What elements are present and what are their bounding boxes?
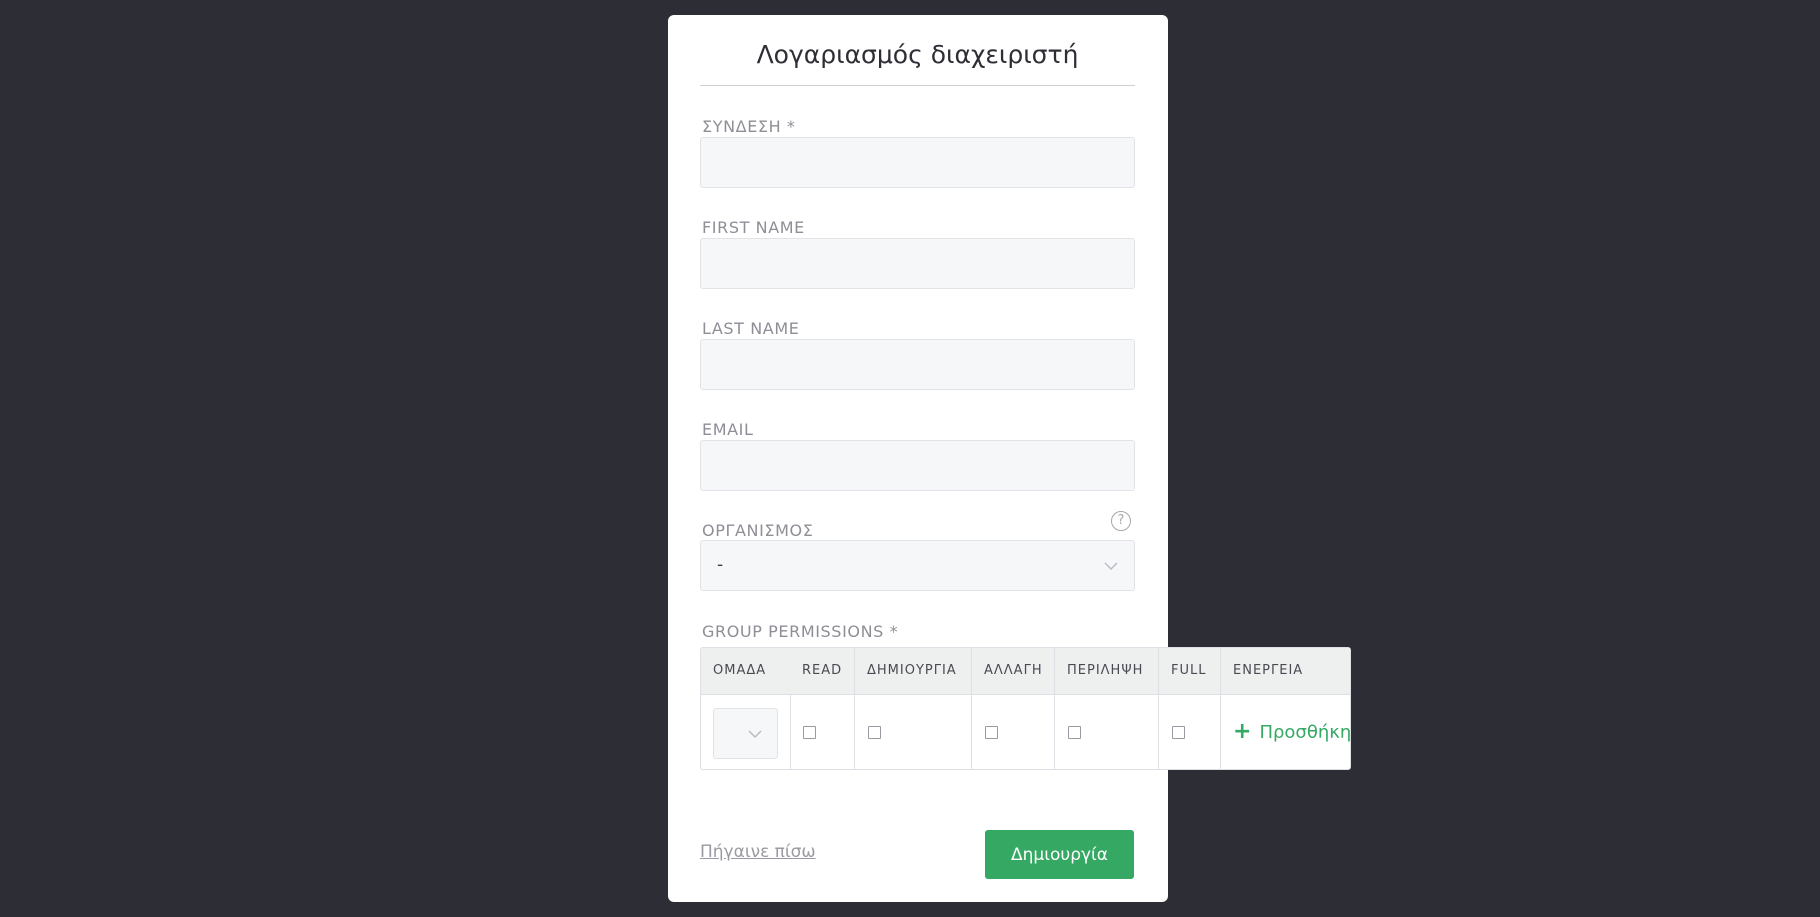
first-name-label: FIRST NAME	[702, 218, 805, 237]
read-column: READ	[790, 648, 855, 769]
column-header-create: ΔΗΜΙΟΥΡΓΙΑ	[867, 663, 957, 678]
summary-column: ΠΕΡΙΛΗΨΗ	[1055, 648, 1159, 769]
create-checkbox[interactable]	[868, 726, 881, 739]
create-button[interactable]: Δημιουργία	[985, 830, 1134, 879]
question-circle-icon[interactable]: ?	[1111, 511, 1131, 531]
full-column: FULL	[1159, 648, 1221, 769]
login-label: ΣΥΝΔΕΣΗ *	[702, 117, 796, 136]
add-permission-label: Προσθήκη	[1259, 722, 1352, 743]
read-checkbox[interactable]	[803, 726, 816, 739]
plus-icon: +	[1233, 719, 1252, 744]
create-column: ΔΗΜΙΟΥΡΓΙΑ	[855, 648, 972, 769]
add-permission-button[interactable]: + Προσθήκη	[1233, 720, 1351, 744]
organization-select[interactable]: -	[700, 540, 1135, 591]
organization-label: ΟΡΓΑΝΙΣΜΟΣ	[702, 521, 814, 540]
email-input[interactable]	[700, 440, 1135, 491]
column-header-action: ΕΝΕΡΓΕΙΑ	[1233, 663, 1304, 678]
column-header-full: FULL	[1171, 663, 1207, 678]
back-link[interactable]: Πήγαινε πίσω	[700, 841, 816, 863]
group-select[interactable]	[713, 708, 778, 759]
full-checkbox[interactable]	[1172, 726, 1185, 739]
page-title: Λογαριασμός διαχειριστή	[756, 40, 1079, 69]
column-header-read: READ	[802, 663, 843, 678]
title-divider	[700, 85, 1135, 86]
action-column: ΕΝΕΡΓΕΙΑ + Προσθήκη	[1221, 648, 1351, 769]
chevron-down-icon	[1104, 562, 1118, 571]
column-header-change: ΑΛΛΑΓΗ	[984, 663, 1043, 678]
group-column: ΟΜΑΔΑ	[701, 648, 791, 769]
login-input[interactable]	[700, 137, 1135, 188]
email-label: EMAIL	[702, 420, 754, 439]
first-name-input[interactable]	[700, 238, 1135, 289]
summary-checkbox[interactable]	[1068, 726, 1081, 739]
change-checkbox[interactable]	[985, 726, 998, 739]
column-header-summary: ΠΕΡΙΛΗΨΗ	[1067, 663, 1144, 678]
group-permissions-label: GROUP PERMISSIONS *	[702, 622, 899, 641]
column-header-group: ΟΜΑΔΑ	[713, 663, 767, 678]
change-column: ΑΛΛΑΓΗ	[972, 648, 1055, 769]
group-permissions-table: ΟΜΑΔΑ READ ΔΗΜΙΟΥΡΓΙΑ ΑΛΛΑΓΗ ΠΕΡΙΛΗΨΗ FU…	[700, 647, 1351, 770]
chevron-down-icon	[748, 730, 762, 739]
organization-select-value: -	[717, 555, 724, 575]
last-name-label: LAST NAME	[702, 319, 800, 338]
last-name-input[interactable]	[700, 339, 1135, 390]
